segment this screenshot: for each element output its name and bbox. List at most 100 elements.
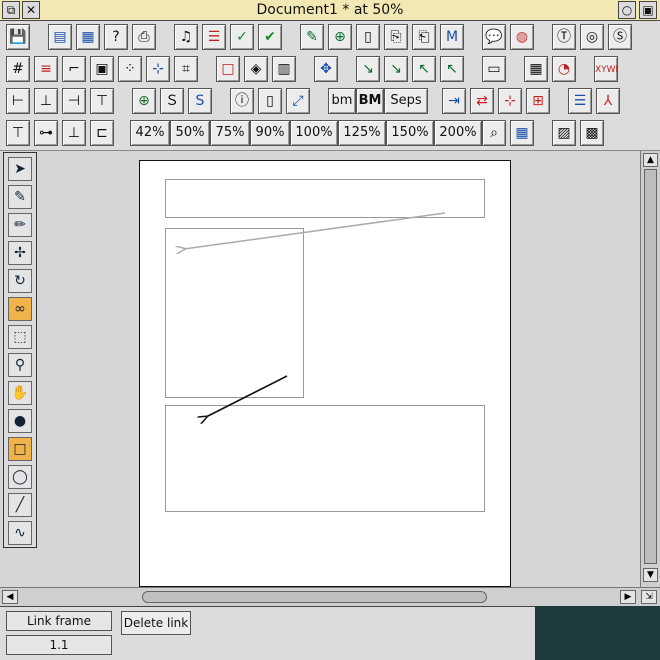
clipboard-icon[interactable]: ▯ [258, 88, 282, 114]
zoom-100-button[interactable]: 100% [290, 120, 338, 146]
tree-icon[interactable]: ⊤ [90, 88, 114, 114]
save-as-icon[interactable]: ▤ [48, 24, 72, 50]
back-icon[interactable]: ⧉ [2, 1, 20, 19]
scroll-up-icon[interactable]: ▲ [643, 153, 658, 167]
merge-icon[interactable]: M [440, 24, 464, 50]
spellcheck-check-icon[interactable]: ✔ [258, 24, 282, 50]
align-right-icon[interactable]: ⊣ [62, 88, 86, 114]
rulers-icon[interactable]: ⌐ [62, 56, 86, 82]
zoom-200-button[interactable]: 200% [434, 120, 482, 146]
stamp-icon[interactable]: Ｓ [160, 88, 184, 114]
copy-page-icon[interactable]: ⎘ [384, 24, 408, 50]
resize-corner-icon[interactable]: ⇲ [641, 590, 657, 604]
send-back-icon[interactable]: ↘ [384, 56, 408, 82]
style-list-icon[interactable]: ☰ [202, 24, 226, 50]
horizontal-scroll-thumb[interactable] [142, 591, 487, 603]
magnify-icon[interactable]: ⚲ [8, 353, 32, 377]
toggle-size-icon[interactable]: ▣ [639, 1, 657, 19]
xywh-icon[interactable]: XYWH [594, 56, 618, 82]
align-left-icon[interactable]: ⊢ [6, 88, 30, 114]
bring-forward-icon[interactable]: ↘ [356, 56, 380, 82]
guides-icon[interactable]: ≡ [34, 56, 58, 82]
print-icon[interactable]: ⎙ [132, 24, 156, 50]
iconise-icon[interactable]: ○ [618, 1, 636, 19]
zoom-42-button[interactable]: 42% [130, 120, 170, 146]
layers-icon[interactable]: ▥ [272, 56, 296, 82]
scroll-left-icon[interactable]: ◀ [2, 590, 18, 604]
flow-icon[interactable]: ⇄ [470, 88, 494, 114]
distribute-bottom-icon[interactable]: ⊥ [62, 120, 86, 146]
vertical-scrollbar[interactable]: ▲ ▼ [640, 151, 660, 587]
crosshair-icon[interactable]: ⊹ [498, 88, 522, 114]
frame-border-icon[interactable]: ▣ [90, 56, 114, 82]
highlighter-icon[interactable]: S [188, 88, 212, 114]
frame-icon[interactable]: □ [216, 56, 240, 82]
stack-icon[interactable]: ☰ [568, 88, 592, 114]
help-icon[interactable]: ? [104, 24, 128, 50]
delete-link-button[interactable]: Delete link [121, 611, 191, 635]
tiles-icon[interactable]: ⊞ [526, 88, 550, 114]
zoom-75-button[interactable]: 75% [210, 120, 250, 146]
fit-page-icon[interactable]: ▦ [510, 120, 534, 146]
select-arrow-icon[interactable]: ➤ [8, 157, 32, 181]
gradient-icon[interactable]: ▨ [552, 120, 576, 146]
save-selection-icon[interactable]: ▦ [76, 24, 100, 50]
line-icon[interactable]: ╱ [8, 493, 32, 517]
BM-button[interactable]: BM [356, 88, 384, 114]
align-center-icon[interactable]: ⊥ [34, 88, 58, 114]
pdf-icon[interactable]: ⅄ [596, 88, 620, 114]
rotate-icon[interactable]: ↻ [8, 269, 32, 293]
pencil-icon[interactable]: ✏ [8, 213, 32, 237]
zoom-view-icon[interactable]: ⌕ [482, 120, 506, 146]
color-wheel-icon[interactable]: ◍ [510, 24, 534, 50]
export-icon[interactable]: ⇥ [442, 88, 466, 114]
new-story-icon[interactable]: ⊕ [328, 24, 352, 50]
info-icon[interactable]: ⓘ [230, 88, 254, 114]
gradient-fill-icon[interactable]: ● [8, 409, 32, 433]
snap-icon[interactable]: ⊹ [146, 56, 170, 82]
ellipse-icon[interactable]: ◯ [8, 465, 32, 489]
group-icon[interactable]: ⊏ [90, 120, 114, 146]
zoom-125-button[interactable]: 125% [338, 120, 386, 146]
rectangle-icon[interactable]: □ [8, 437, 32, 461]
zoom-50-button[interactable]: 50% [170, 120, 210, 146]
edit-story-icon[interactable]: ✎ [300, 24, 324, 50]
window-icon[interactable]: ▭ [482, 56, 506, 82]
gauge-icon[interactable]: ◔ [552, 56, 576, 82]
bring-front-icon[interactable]: ↖ [412, 56, 436, 82]
spell-options-icon[interactable]: ♫ [174, 24, 198, 50]
url-globe-icon[interactable]: ⊕ [132, 88, 156, 114]
scroll-down-icon[interactable]: ▼ [643, 568, 658, 582]
move-frame-icon[interactable]: ✥ [314, 56, 338, 82]
horizontal-scrollbar[interactable]: ◀ ▶ ⇲ [0, 587, 660, 606]
curve-icon[interactable]: ∿ [8, 521, 32, 545]
link-tool-icon[interactable]: ∞ [8, 297, 32, 321]
scroll-right-icon[interactable]: ▶ [620, 590, 636, 604]
save-icon[interactable]: 💾 [6, 24, 30, 50]
symbol-icon[interactable]: Ⓢ [608, 24, 632, 50]
dots-grid-icon[interactable]: ⁘ [118, 56, 142, 82]
vertical-scroll-thumb[interactable] [644, 169, 657, 564]
text-tool-icon[interactable]: Ⓣ [552, 24, 576, 50]
document-page[interactable] [139, 160, 511, 587]
grid-icon[interactable]: # [6, 56, 30, 82]
pattern-icon[interactable]: ▩ [580, 120, 604, 146]
bm-button[interactable]: bm [328, 88, 356, 114]
zoom-150-button[interactable]: 150% [386, 120, 434, 146]
new-page-icon[interactable]: ▯ [356, 24, 380, 50]
marquee-icon[interactable]: ⬚ [8, 325, 32, 349]
title-bar[interactable]: ⧉ ✕ Document1 * at 50% ○ ▣ [0, 0, 660, 21]
target-icon[interactable]: ◎ [580, 24, 604, 50]
link-frames-icon[interactable]: ◈ [244, 56, 268, 82]
hand-icon[interactable]: ✋ [8, 381, 32, 405]
pen-icon[interactable]: ✎ [8, 185, 32, 209]
zoom-90-button[interactable]: 90% [250, 120, 290, 146]
distribute-top-icon[interactable]: ⊤ [6, 120, 30, 146]
seps-button[interactable]: Seps [384, 88, 428, 114]
send-front-icon[interactable]: ↖ [440, 56, 464, 82]
close-icon[interactable]: ✕ [22, 1, 40, 19]
spellcheck-icon[interactable]: ✓ [230, 24, 254, 50]
crop-icon[interactable]: ⌗ [174, 56, 198, 82]
columns-icon[interactable]: ▦ [524, 56, 548, 82]
resize-icon[interactable]: ⤢ [286, 88, 310, 114]
